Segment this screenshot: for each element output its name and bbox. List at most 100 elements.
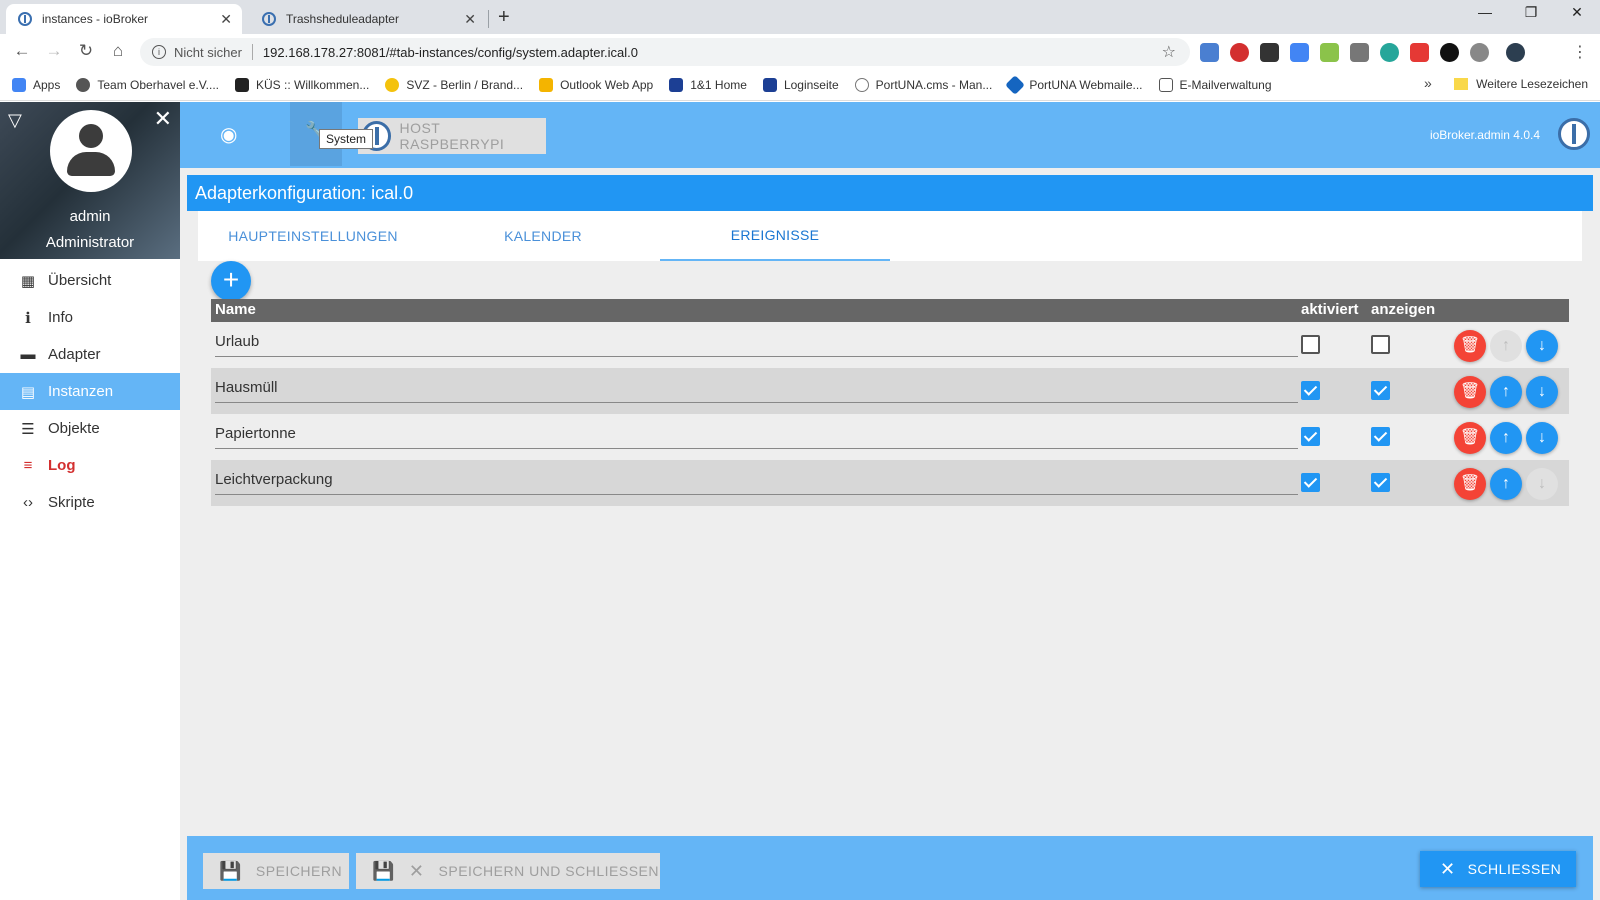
extension-shield-icon[interactable] — [1410, 43, 1429, 62]
app-topbar: ◉ 🔧 System HOST RASPBERRYPI ioBroker.adm… — [180, 102, 1600, 168]
restore-icon[interactable]: ❐ — [1516, 4, 1546, 21]
add-event-button[interactable]: + — [211, 261, 251, 301]
bookmark-team-oberhavel[interactable]: Team Oberhavel e.V.... — [76, 78, 219, 92]
folder-icon — [1454, 78, 1469, 90]
close-x-icon: ✕ — [408, 860, 425, 881]
event-name-input[interactable]: Papiertonne — [215, 421, 1298, 449]
arrow-up-icon: ↑ — [1502, 475, 1510, 492]
new-tab-icon[interactable]: + — [498, 6, 510, 29]
arrow-up-icon: ↑ — [1502, 429, 1510, 446]
tab-haupteinstellungen[interactable]: HAUPTEINSTELLUNGEN — [198, 211, 428, 261]
browser-tab-trashschedule[interactable]: Trashsheduleadapter ✕ — [250, 4, 486, 34]
host-button[interactable]: HOST RASPBERRYPI — [358, 118, 546, 154]
move-up-button[interactable]: ↑ — [1490, 376, 1522, 408]
apps-grid-icon — [12, 78, 26, 92]
aktiviert-checkbox[interactable] — [1301, 381, 1320, 400]
sidebar-item-info[interactable]: ℹ Info — [0, 299, 180, 336]
reload-icon[interactable]: ↻ — [76, 41, 96, 61]
move-down-button[interactable]: ↓ — [1526, 330, 1558, 362]
info-icon[interactable]: i — [152, 45, 166, 59]
move-up-button[interactable]: ↑ — [1490, 468, 1522, 500]
sidebar-item-uebersicht[interactable]: ▦ Übersicht — [0, 262, 180, 299]
bookmark-outlook[interactable]: Outlook Web App — [539, 78, 653, 92]
delete-button[interactable]: 🗑 — [1454, 330, 1486, 362]
extension-green-icon[interactable] — [1380, 43, 1399, 62]
extension-translate-icon[interactable] — [1290, 43, 1309, 62]
address-bar[interactable]: i Nicht sicher 192.168.178.27:8081/#tab-… — [140, 38, 1190, 66]
collapse-triangle-icon[interactable]: ▽ — [8, 110, 22, 131]
bookmark-portuna-cms[interactable]: PortUNA.cms - Man... — [854, 78, 992, 92]
event-name-input[interactable]: Leichtverpackung — [215, 467, 1298, 495]
list-icon: ☰ — [21, 420, 35, 438]
events-table: Name aktiviert anzeigen Urlaub 🗑 ↑ ↓ Hau… — [211, 299, 1569, 506]
close-sidebar-icon[interactable]: ✕ — [154, 106, 172, 132]
anzeigen-checkbox[interactable] — [1371, 473, 1390, 492]
browser-tab-instances[interactable]: instances - ioBroker ✕ — [6, 4, 242, 34]
bookmarks-overflow-icon[interactable]: » — [1424, 75, 1432, 91]
extension-half-circle-icon[interactable] — [1470, 43, 1489, 62]
close-button[interactable]: ✕ SCHLIESSEN — [1420, 851, 1576, 887]
delete-button[interactable]: 🗑 — [1454, 468, 1486, 500]
anzeigen-checkbox[interactable] — [1371, 427, 1390, 446]
bookmark-loginseite[interactable]: Loginseite — [762, 78, 839, 92]
extension-calendar-icon[interactable] — [1200, 43, 1219, 62]
back-icon[interactable]: ← — [12, 41, 32, 61]
tab-ereignisse[interactable]: EREIGNISSE — [660, 211, 890, 261]
other-bookmarks[interactable]: Weitere Lesezeichen — [1454, 77, 1588, 91]
aktiviert-checkbox[interactable] — [1301, 427, 1320, 446]
bookmark-label: PortUNA Webmaile... — [1029, 78, 1143, 92]
browser-tabstrip: instances - ioBroker ✕ Trashsheduleadapt… — [0, 0, 1600, 34]
delete-button[interactable]: 🗑 — [1454, 376, 1486, 408]
sidebar-item-skripte[interactable]: ‹› Skripte — [0, 484, 180, 521]
eye-icon[interactable]: ◉ — [220, 122, 237, 147]
event-name-input[interactable]: Urlaub — [215, 329, 1298, 357]
save-button[interactable]: 💾 SPEICHERN — [203, 853, 349, 889]
sidebar-item-adapter[interactable]: ▬ Adapter — [0, 336, 180, 373]
anzeigen-checkbox[interactable] — [1371, 335, 1390, 354]
extension-circle-icon[interactable] — [1440, 43, 1459, 62]
anzeigen-checkbox[interactable] — [1371, 381, 1390, 400]
sidebar-item-objekte[interactable]: ☰ Objekte — [0, 410, 180, 447]
move-down-button[interactable]: ↓ — [1526, 422, 1558, 454]
aktiviert-checkbox[interactable] — [1301, 473, 1320, 492]
close-icon[interactable]: ✕ — [220, 11, 232, 28]
tab-kalender[interactable]: KALENDER — [428, 211, 658, 261]
bookmark-svz[interactable]: SVZ - Berlin / Brand... — [385, 78, 523, 92]
bookmark-portuna-webmail[interactable]: PortUNA Webmaile... — [1005, 75, 1143, 95]
sidebar-item-log[interactable]: ≡ Log — [0, 447, 180, 484]
iobroker-logo-icon[interactable] — [1558, 118, 1590, 150]
aktiviert-checkbox[interactable] — [1301, 335, 1320, 354]
bookmark-email-admin[interactable]: E-Mailverwaltung — [1158, 78, 1272, 92]
bookmark-kues[interactable]: KÜS :: Willkommen... — [234, 78, 369, 92]
event-name-input[interactable]: Hausmüll — [215, 375, 1298, 403]
move-down-button[interactable]: ↓ — [1526, 468, 1558, 500]
sidebar: ▽ ✕ admin Administrator ▦ Übersicht ℹ In… — [0, 102, 180, 900]
forward-icon[interactable]: → — [44, 41, 64, 61]
extension-leaf-icon[interactable] — [1320, 43, 1339, 62]
host-button-label: HOST RASPBERRYPI — [399, 120, 505, 152]
browser-tab-title: instances - ioBroker — [42, 12, 149, 26]
bookmark-1und1[interactable]: 1&1 Home — [669, 78, 747, 92]
window-close-icon[interactable]: ✕ — [1562, 4, 1592, 21]
home-icon[interactable]: ⌂ — [108, 41, 128, 61]
move-up-button[interactable]: ↑ — [1490, 422, 1522, 454]
close-icon[interactable]: ✕ — [464, 11, 476, 28]
url-text[interactable]: 192.168.178.27:8081/#tab-instances/confi… — [263, 45, 638, 60]
sidebar-item-instanzen[interactable]: ▤ Instanzen — [0, 373, 180, 410]
browser-menu-icon[interactable]: ⋮ — [1572, 42, 1588, 62]
profile-avatar-icon[interactable] — [1506, 43, 1525, 62]
minimize-icon[interactable]: — — [1470, 4, 1500, 20]
extension-adblock-icon[interactable] — [1230, 43, 1249, 62]
sidebar-item-label: Info — [48, 309, 74, 326]
move-up-button[interactable]: ↑ — [1490, 330, 1522, 362]
sidebar-item-label: Instanzen — [48, 383, 114, 400]
delete-button[interactable]: 🗑 — [1454, 422, 1486, 454]
bookmark-apps[interactable]: Apps — [12, 78, 60, 92]
iobroker-app: ▽ ✕ admin Administrator ▦ Übersicht ℹ In… — [0, 102, 1600, 900]
bookmark-star-icon[interactable]: ☆ — [1162, 42, 1176, 62]
extension-dots-icon[interactable] — [1260, 43, 1279, 62]
extension-grid-icon[interactable] — [1350, 43, 1369, 62]
globe-icon — [76, 78, 91, 92]
move-down-button[interactable]: ↓ — [1526, 376, 1558, 408]
save-and-close-button[interactable]: 💾 ✕ SPEICHERN UND SCHLIESSEN — [356, 853, 660, 889]
